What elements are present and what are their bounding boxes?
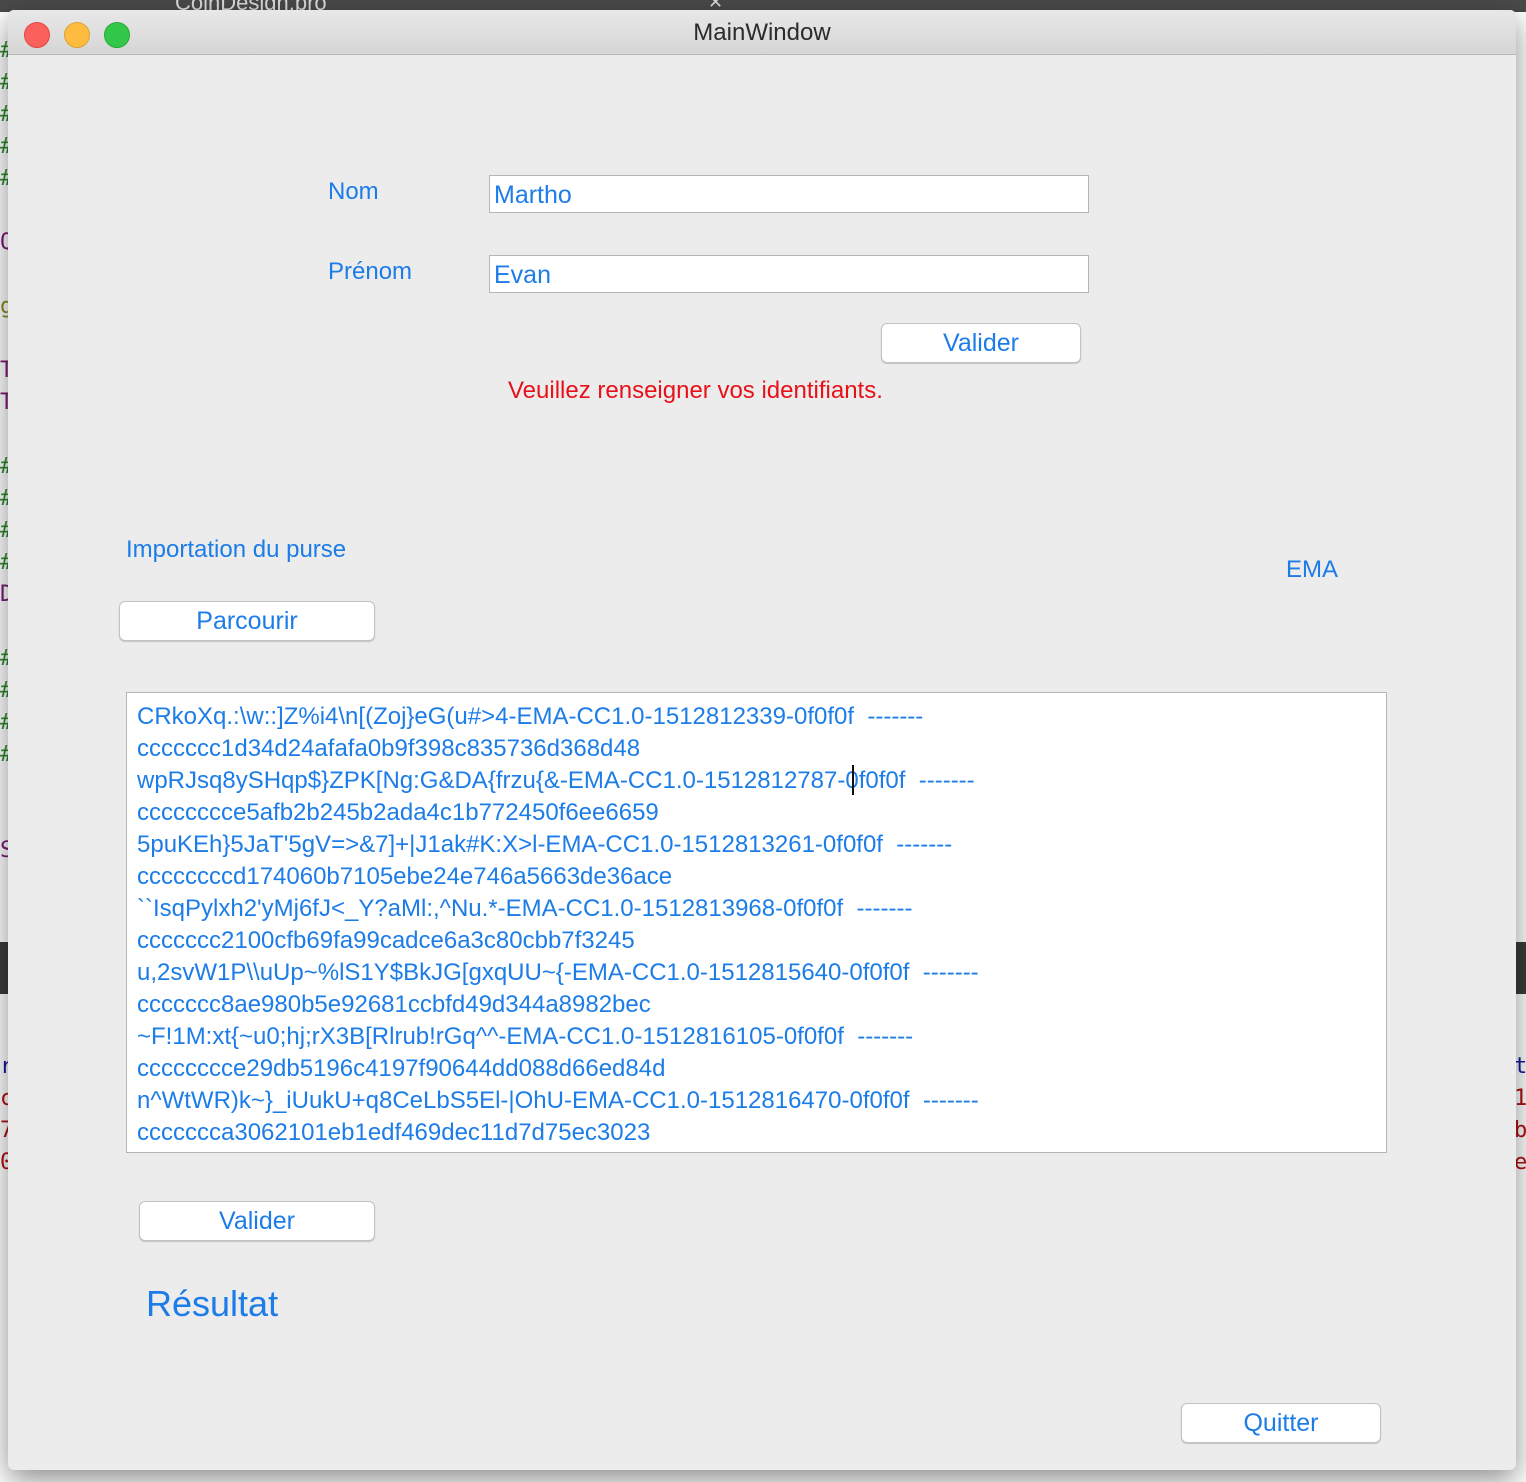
purse-line: CRkoXq.:\w::]Z%i4\n[(Zoj}eG(u#>4-EMA-CC1… <box>137 703 924 730</box>
purse-line: cccccccce5afb2b245b2ada4c1b772450f6ee665… <box>137 799 659 826</box>
purse-line: n^WtWR)k~}_iUukU+q8CeLbS5El-|OhU-EMA-CC1… <box>137 1087 979 1114</box>
prenom-input[interactable] <box>489 255 1089 293</box>
nom-input[interactable] <box>489 175 1089 213</box>
login-validate-button[interactable]: Valider <box>881 323 1081 363</box>
purse-line: ccccccca3062101eb1edf469dec11d7d75ec3023 <box>137 1119 651 1146</box>
title-bar[interactable]: MainWindow <box>8 10 1516 55</box>
purse-line: cccccccce29db5196c4197f90644dd088d66ed84… <box>137 1055 666 1082</box>
purse-line: ``IsqPylxh2'yMj6fJ<_Y?aMl:,^Nu.*-EMA-CC1… <box>137 895 913 922</box>
browse-button[interactable]: Parcourir <box>119 601 375 641</box>
purse-line: ccccccccd174060b7105ebe24e746a5663de36ac… <box>137 863 673 890</box>
purse-line: ccccccc1d34d24afafa0b9f398c835736d368d48 <box>137 735 641 762</box>
main-window: MainWindow Nom Prénom Valider Veuillez r… <box>8 10 1516 1470</box>
nom-label: Nom <box>328 178 379 205</box>
purse-line: ccccccc2100cfb69fa99cadce6a3c80cbb7f3245 <box>137 927 635 954</box>
result-label: Résultat <box>146 1283 279 1324</box>
purse-line: ccccccc8ae980b5e92681ccbfd49d344a8982bec <box>137 991 651 1018</box>
ema-label: EMA <box>1286 556 1339 583</box>
purse-validate-button[interactable]: Valider <box>139 1201 375 1241</box>
purse-line: wpRJsq8ySHqp$}ZPK[Ng:G&DA{frzu{&-EMA-CC1… <box>137 767 975 794</box>
import-purse-label: Importation du purse <box>126 536 347 563</box>
purse-line: u,2svW1P\\uUp~%lS1Y$BkJG[gxqUU~{-EMA-CC1… <box>137 959 979 986</box>
purse-line: 5puKEh}5JaT'5gV=>&7]+|J1ak#K:X>l-EMA-CC1… <box>137 831 953 858</box>
background-tab-name: CoinDesign.pro <box>175 0 327 15</box>
window-title: MainWindow <box>693 19 831 46</box>
quit-button[interactable]: Quitter <box>1181 1403 1381 1443</box>
purse-content-textarea[interactable]: CRkoXq.:\w::]Z%i4\n[(Zoj}eG(u#>4-EMA-CC1… <box>126 692 1387 1153</box>
purse-line: ~F!1M:xt{~u0;hj;rX3B[Rlrub!rGq^^-EMA-CC1… <box>137 1023 914 1050</box>
prenom-label: Prénom <box>328 258 413 285</box>
error-message: Veuillez renseigner vos identifiants. <box>508 377 883 404</box>
text-caret <box>852 765 854 795</box>
